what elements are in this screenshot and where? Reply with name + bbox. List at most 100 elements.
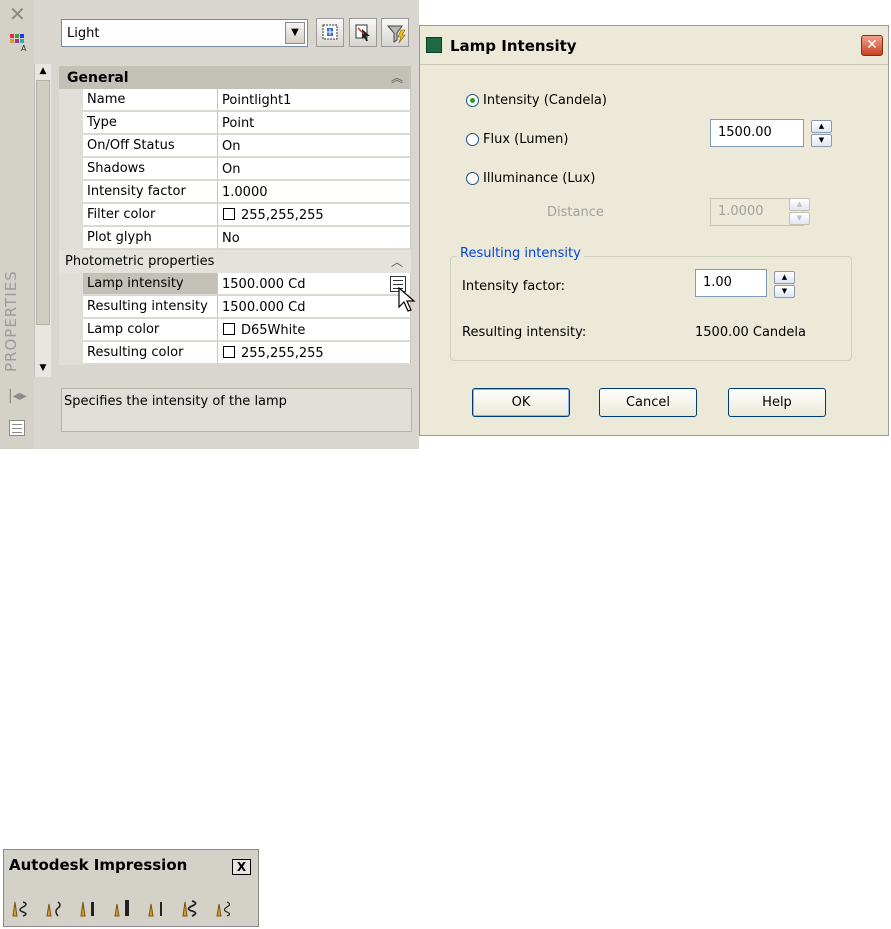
- lamp-intensity-value: 1500.000 Cd: [222, 277, 306, 292]
- properties-palette: ✕ A PROPERTIES |◂▸ Light ▼ ▲ ▼ General ︽…: [0, 0, 419, 449]
- dialog-title-bar[interactable]: Lamp Intensity ✕: [420, 26, 888, 65]
- property-row-shadows[interactable]: Shadows On: [59, 158, 411, 181]
- intensity-factor-spinner[interactable]: ▲ ▼: [774, 271, 795, 299]
- spin-up-icon: ▲: [811, 120, 832, 133]
- radio-label: Flux (Lumen): [483, 132, 569, 147]
- distance-spinner: ▲ ▼: [789, 198, 810, 226]
- radio-label: Intensity (Candela): [483, 93, 607, 108]
- palette-properties-menu-icon[interactable]: [9, 420, 25, 436]
- radio-selected-icon[interactable]: [466, 94, 479, 107]
- property-row-name[interactable]: Name Pointlight1: [59, 89, 411, 112]
- chevron-double-up-icon[interactable]: ︽: [391, 69, 403, 86]
- help-button[interactable]: Help: [728, 388, 826, 417]
- property-value-color[interactable]: D65White: [218, 319, 411, 341]
- property-value-color[interactable]: 255,255,255: [218, 204, 411, 226]
- property-value[interactable]: Pointlight1: [218, 89, 411, 111]
- toolbar-tools: [9, 896, 237, 920]
- property-row-intensity-factor[interactable]: Intensity factor 1.0000: [59, 181, 411, 204]
- property-description: Specifies the intensity of the lamp: [61, 388, 412, 432]
- radio-unselected-icon[interactable]: [466, 172, 479, 185]
- radio-illuminance-lux[interactable]: Illuminance (Lux): [466, 171, 595, 186]
- select-objects-button[interactable]: [349, 18, 377, 47]
- object-type-dropdown[interactable]: Light ▼: [61, 19, 308, 47]
- intensity-factor-input[interactable]: 1.00: [695, 269, 767, 297]
- filter-funnel-icon: [387, 25, 406, 44]
- autodesk-impression-toolbar: Autodesk Impression X: [3, 849, 259, 927]
- property-name: Resulting color: [83, 342, 218, 364]
- chevron-down-icon[interactable]: ▼: [285, 22, 305, 44]
- object-type-value: Light: [67, 26, 100, 41]
- property-value-color: 255,255,255: [218, 342, 411, 364]
- property-row-plot-glyph[interactable]: Plot glyph No: [59, 227, 411, 250]
- property-row-onoff[interactable]: On/Off Status On: [59, 135, 411, 158]
- lamp-intensity-dialog: Lamp Intensity ✕ Intensity (Candela) Flu…: [419, 25, 889, 436]
- property-row-resulting-color[interactable]: Resulting color 255,255,255: [59, 342, 411, 365]
- palette-scrollbar[interactable]: ▲ ▼: [34, 64, 51, 377]
- property-name: Lamp color: [83, 319, 218, 341]
- color-swatch: [223, 323, 235, 335]
- impression-tool-2-icon[interactable]: [43, 896, 67, 920]
- property-value[interactable]: On: [218, 158, 411, 180]
- spin-down-icon: ▼: [774, 285, 795, 298]
- mouse-cursor-icon: [398, 287, 416, 312]
- impression-tool-4-icon[interactable]: [111, 896, 135, 920]
- impression-tool-5-icon[interactable]: [145, 896, 169, 920]
- property-value[interactable]: Point: [218, 112, 411, 134]
- ok-button[interactable]: OK: [472, 388, 570, 417]
- radio-unselected-icon[interactable]: [466, 133, 479, 146]
- flux-spinner[interactable]: ▲ ▼: [811, 120, 832, 148]
- cancel-button[interactable]: Cancel: [599, 388, 697, 417]
- radio-flux-lumen[interactable]: Flux (Lumen): [466, 132, 568, 147]
- property-value[interactable]: 1500.000 Cd: [218, 273, 411, 295]
- property-name: Name: [83, 89, 218, 111]
- category-label: General: [67, 70, 129, 86]
- impression-tool-6-icon[interactable]: [179, 896, 203, 920]
- intensity-factor-label: Intensity factor:: [462, 279, 565, 294]
- resulting-intensity-label: Resulting intensity:: [462, 325, 587, 340]
- category-photometric[interactable]: Photometric properties ︿: [59, 250, 411, 273]
- scrollbar-thumb[interactable]: [36, 80, 50, 325]
- flux-value-input[interactable]: 1500.00: [710, 119, 804, 147]
- dialog-close-button[interactable]: ✕: [861, 35, 883, 56]
- impression-tool-7-icon[interactable]: [213, 896, 237, 920]
- pickadd-icon: [322, 24, 338, 40]
- quick-select-icon[interactable]: A: [8, 31, 30, 53]
- toolbar-title: Autodesk Impression: [9, 856, 188, 874]
- auto-hide-icon[interactable]: |◂▸: [8, 388, 27, 404]
- property-value[interactable]: No: [218, 227, 411, 249]
- scroll-down-icon[interactable]: ▼: [35, 361, 51, 376]
- spin-up-icon: ▲: [774, 271, 795, 284]
- lamp-dialog-app-icon: [426, 37, 442, 53]
- category-label: Photometric properties: [65, 254, 215, 269]
- property-name: Lamp intensity: [83, 273, 218, 295]
- impression-tool-3-icon[interactable]: [77, 896, 101, 920]
- property-row-lamp-intensity[interactable]: Lamp intensity 1500.000 Cd: [59, 273, 411, 296]
- property-name: Shadows: [83, 158, 218, 180]
- property-row-resulting-intensity[interactable]: Resulting intensity 1500.000 Cd: [59, 296, 411, 319]
- property-value[interactable]: On: [218, 135, 411, 157]
- property-value[interactable]: 1.0000: [218, 181, 411, 203]
- radio-label: Illuminance (Lux): [483, 171, 596, 186]
- resulting-intensity-value: 1500.00 Candela: [695, 325, 807, 340]
- property-name: Filter color: [83, 204, 218, 226]
- property-row-lamp-color[interactable]: Lamp color D65White: [59, 319, 411, 342]
- quick-select-button[interactable]: [381, 18, 409, 47]
- spin-down-icon: ▼: [811, 134, 832, 147]
- color-value: 255,255,255: [241, 346, 324, 361]
- property-row-type[interactable]: Type Point: [59, 112, 411, 135]
- property-value: 1500.000 Cd: [218, 296, 411, 318]
- radio-intensity-candela[interactable]: Intensity (Candela): [466, 93, 607, 108]
- category-general[interactable]: General ︽: [59, 66, 411, 89]
- property-name: Resulting intensity: [83, 296, 218, 318]
- property-row-filter-color[interactable]: Filter color 255,255,255: [59, 204, 411, 227]
- spin-up-icon: ▲: [789, 198, 810, 211]
- impression-tool-1-icon[interactable]: [9, 896, 33, 920]
- color-value: 255,255,255: [241, 208, 324, 223]
- svg-text:A: A: [21, 44, 27, 53]
- group-title: Resulting intensity: [457, 246, 584, 261]
- toggle-pickadd-button[interactable]: [316, 18, 344, 47]
- toolbar-close-button[interactable]: X: [232, 859, 251, 875]
- chevron-up-icon[interactable]: ︿: [391, 253, 403, 270]
- palette-close-icon[interactable]: ✕: [9, 4, 26, 24]
- scroll-up-icon[interactable]: ▲: [35, 64, 51, 79]
